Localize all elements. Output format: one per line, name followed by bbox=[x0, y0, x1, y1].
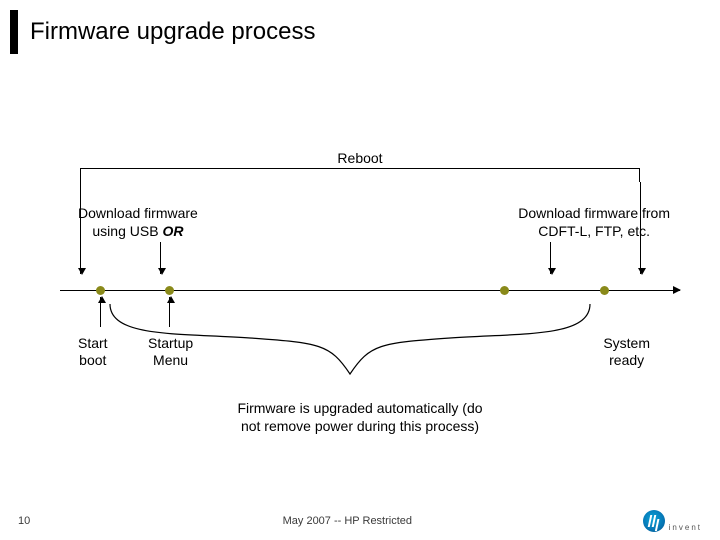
title-accent-bar bbox=[10, 10, 18, 54]
event-dot-system-ready bbox=[600, 286, 609, 295]
download-usb-line2-pre: using USB bbox=[92, 223, 162, 239]
download-ftp-label: Download firmware from CDFT-L, FTP, etc. bbox=[518, 205, 670, 240]
reboot-arrow-right bbox=[640, 182, 641, 274]
timeline-axis bbox=[60, 290, 680, 291]
download-usb-arrow bbox=[160, 242, 161, 274]
footer-center-text: May 2007 -- HP Restricted bbox=[58, 515, 637, 527]
event-dot-download bbox=[500, 286, 509, 295]
page-title: Firmware upgrade process bbox=[30, 18, 315, 46]
download-ftp-line1: Download firmware from bbox=[518, 205, 670, 223]
download-usb-line1: Download firmware bbox=[78, 205, 198, 223]
reboot-bracket bbox=[80, 168, 640, 182]
firmware-note-line2: not remove power during this process) bbox=[0, 418, 720, 436]
page-number: 10 bbox=[18, 515, 58, 527]
label-system-ready-line2: ready bbox=[603, 352, 650, 369]
firmware-note-line1: Firmware is upgraded automatically (do bbox=[0, 400, 720, 418]
download-ftp-line2: CDFT-L, FTP, etc. bbox=[518, 223, 670, 241]
download-usb-line2: using USB OR bbox=[78, 223, 198, 241]
event-dot-startup-menu bbox=[165, 286, 174, 295]
label-system-ready-line1: System bbox=[603, 335, 650, 352]
download-usb-line2-em: OR bbox=[162, 223, 183, 239]
firmware-diagram: Reboot Download firmware using USB OR Do… bbox=[0, 150, 720, 410]
reboot-arrow-left bbox=[80, 182, 81, 274]
download-ftp-arrow bbox=[550, 242, 551, 274]
hp-logo-text: invent bbox=[669, 523, 702, 532]
slide-footer: 10 May 2007 -- HP Restricted invent bbox=[0, 510, 720, 532]
firmware-note: Firmware is upgraded automatically (do n… bbox=[0, 400, 720, 435]
hp-logo-block: invent bbox=[637, 510, 702, 532]
firmware-brace bbox=[100, 298, 600, 378]
label-system-ready: System ready bbox=[603, 335, 650, 369]
reboot-label: Reboot bbox=[0, 150, 720, 166]
event-dot-start-boot bbox=[96, 286, 105, 295]
hp-logo-icon bbox=[643, 510, 665, 532]
download-usb-label: Download firmware using USB OR bbox=[78, 205, 198, 240]
curly-brace-icon bbox=[100, 298, 600, 378]
